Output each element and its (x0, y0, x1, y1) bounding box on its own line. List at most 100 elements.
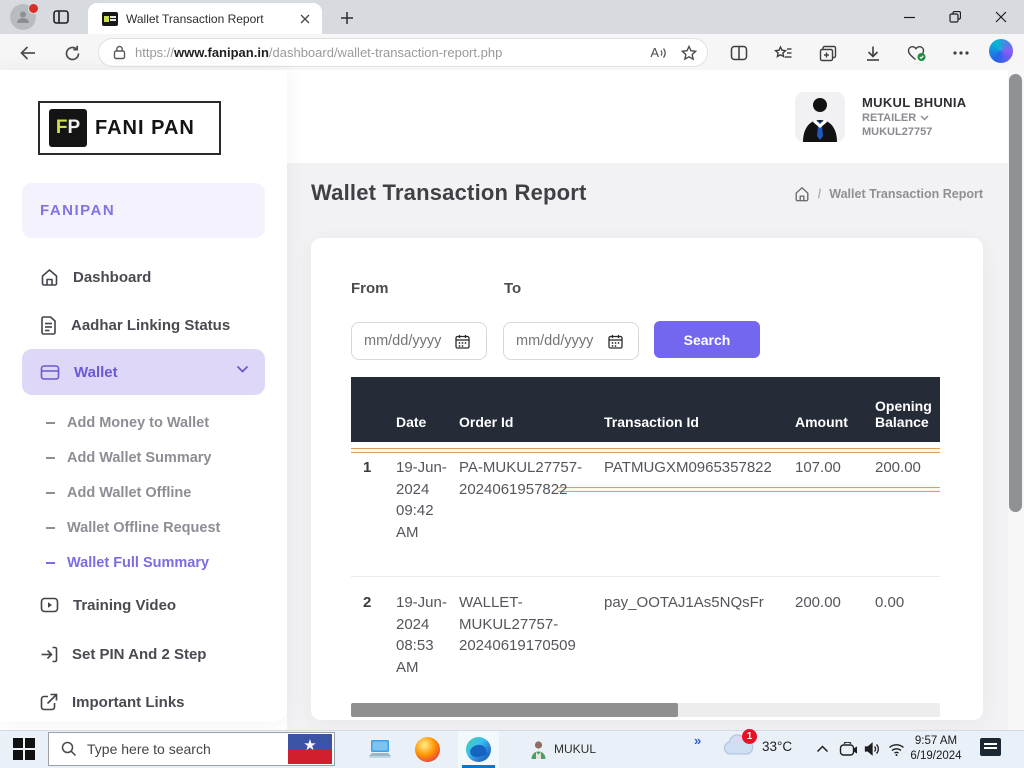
dash-bullet (46, 457, 55, 460)
read-aloud-icon[interactable]: A (650, 45, 667, 60)
cell-order-id: PA-MUKUL27757-2024061957822 (459, 457, 589, 500)
cell-sno: 1 (363, 457, 393, 479)
url-path: /dashboard/wallet-transaction-report.php (269, 45, 502, 60)
window-close-button[interactable] (978, 0, 1024, 34)
back-icon[interactable] (16, 41, 40, 65)
search-button[interactable]: Search (654, 321, 760, 358)
breadcrumb-home-icon[interactable] (794, 186, 810, 202)
sidebar-item-wallet-full-summary[interactable]: Wallet Full Summary (22, 551, 265, 575)
dash-bullet (46, 562, 55, 565)
taskbar-search[interactable]: Type here to search ★ (48, 732, 335, 766)
document-icon (40, 316, 57, 335)
url-host: www.fanipan.in (174, 45, 269, 60)
cell-transaction-id: pay_OOTAJ1As5NQsFr (604, 592, 789, 614)
lock-icon (113, 45, 126, 60)
sidebar-item-add-wallet-offline[interactable]: Add Wallet Offline (22, 481, 265, 505)
clock-time: 9:57 AM (903, 734, 969, 749)
cell-date: 19-Jun-2024 09:42 AM (396, 457, 454, 543)
edge-icon (466, 737, 491, 762)
url-text: https://www.fanipan.in/dashboard/wallet-… (135, 45, 650, 60)
sidebar-item-label: Wallet Offline Request (67, 520, 220, 536)
taskbar-clock[interactable]: 9:57 AM 6/19/2024 (903, 734, 969, 764)
profile-notification-dot (28, 3, 39, 14)
settings-more-icon[interactable] (948, 41, 974, 65)
sidebar-brand: FANIPAN (22, 183, 265, 238)
cell-amount: 107.00 (795, 457, 865, 479)
sidebar-item-add-money[interactable]: Add Money to Wallet (22, 411, 265, 435)
sidebar-item-training-video[interactable]: Training Video (22, 590, 265, 620)
sidebar-item-set-pin[interactable]: Set PIN And 2 Step (22, 639, 265, 669)
weather-widget[interactable]: 1 33°C (722, 733, 792, 759)
sidebar-item-label: Wallet (74, 364, 118, 381)
col-header-date: Date (396, 414, 454, 430)
url-scheme: https:// (135, 45, 174, 60)
sidebar-item-wallet[interactable]: Wallet (22, 349, 265, 395)
calendar-icon[interactable] (608, 334, 623, 349)
from-label: From (351, 280, 389, 297)
external-link-icon (40, 693, 58, 711)
sidebar-item-aadhar-linking[interactable]: Aadhar Linking Status (22, 310, 265, 340)
home-icon (40, 268, 59, 287)
window-restore-button[interactable] (932, 0, 978, 34)
screen: Wallet Transaction Report https://www.fa… (0, 0, 1024, 768)
favorite-star-icon[interactable] (681, 45, 697, 61)
dash-bullet (46, 492, 55, 495)
col-header-amount: Amount (795, 414, 865, 430)
sidebar-item-dashboard[interactable]: Dashboard (22, 262, 265, 292)
edge-taskbar-button[interactable] (458, 731, 499, 768)
sidebar-item-label: Set PIN And 2 Step (72, 646, 206, 663)
table-horizontal-scrollbar-thumb[interactable] (351, 703, 678, 717)
firefox-icon[interactable] (413, 735, 441, 763)
cell-order-id: WALLET-MUKUL27757-20240619170509 (459, 592, 589, 657)
logo-wordmark: FANI PAN (95, 117, 195, 140)
to-label: To (504, 280, 521, 297)
taskbar-overflow-icon[interactable]: » (694, 733, 701, 748)
url-bar[interactable]: https://www.fanipan.in/dashboard/wallet-… (98, 38, 708, 67)
page-scrollbar-thumb[interactable] (1009, 74, 1022, 512)
refresh-icon[interactable] (60, 41, 84, 65)
favorites-icon[interactable] (770, 41, 796, 65)
notification-badge: 1 (742, 729, 757, 744)
sidebar-item-wallet-offline-request[interactable]: Wallet Offline Request (22, 516, 265, 540)
split-screen-icon[interactable] (726, 41, 752, 65)
col-header-transaction-id: Transaction Id (604, 414, 789, 430)
fanipan-logo[interactable]: FP FANI PAN (38, 101, 221, 155)
user-role-dropdown[interactable]: RETAILER (862, 112, 929, 124)
taskbar-app-mukul[interactable]: MUKUL (530, 734, 596, 764)
task-view-icon[interactable] (366, 735, 394, 763)
table-header-row: Date Order Id Transaction Id Amount Open… (351, 377, 940, 442)
browser-essentials-icon[interactable] (904, 41, 930, 65)
clock-date: 6/19/2024 (903, 749, 969, 764)
collections-icon[interactable] (815, 41, 841, 65)
page-title: Wallet Transaction Report (311, 180, 587, 206)
sidebar-item-label: Aadhar Linking Status (71, 317, 230, 334)
logo-fp-mark: FP (49, 109, 87, 147)
tab-actions-icon[interactable] (52, 8, 70, 26)
sidebar-item-label: Important Links (72, 694, 185, 711)
sidebar-item-label: Dashboard (73, 269, 151, 286)
tray-chevron-up-icon[interactable] (808, 735, 836, 763)
taskbar-divider (515, 738, 517, 758)
browser-tab[interactable]: Wallet Transaction Report (88, 3, 322, 34)
juneteenth-flag-icon[interactable]: ★ (288, 734, 332, 764)
user-name: MUKUL BHUNIA (862, 95, 966, 110)
weather-cloud-icon: 1 (722, 733, 754, 759)
downloads-icon[interactable] (860, 41, 886, 65)
calendar-icon[interactable] (455, 334, 470, 349)
window-minimize-button[interactable] (886, 0, 932, 34)
taskbar-search-placeholder: Type here to search (87, 741, 288, 757)
sidebar-item-label: Wallet Full Summary (67, 555, 209, 571)
tab-close-icon[interactable] (296, 10, 314, 28)
dash-bullet (46, 527, 55, 530)
notification-center-icon[interactable] (980, 738, 1001, 756)
sidebar-item-important-links[interactable]: Important Links (22, 687, 265, 717)
wallet-icon (40, 364, 60, 381)
sidebar-item-add-wallet-summary[interactable]: Add Wallet Summary (22, 446, 265, 470)
user-role-label: RETAILER (862, 112, 916, 124)
copilot-icon[interactable] (989, 39, 1013, 63)
chevron-down-icon (920, 115, 929, 121)
breadcrumb: / Wallet Transaction Report (794, 186, 983, 202)
new-tab-button[interactable] (336, 7, 358, 29)
user-avatar[interactable] (795, 92, 845, 142)
start-button[interactable] (13, 738, 35, 760)
